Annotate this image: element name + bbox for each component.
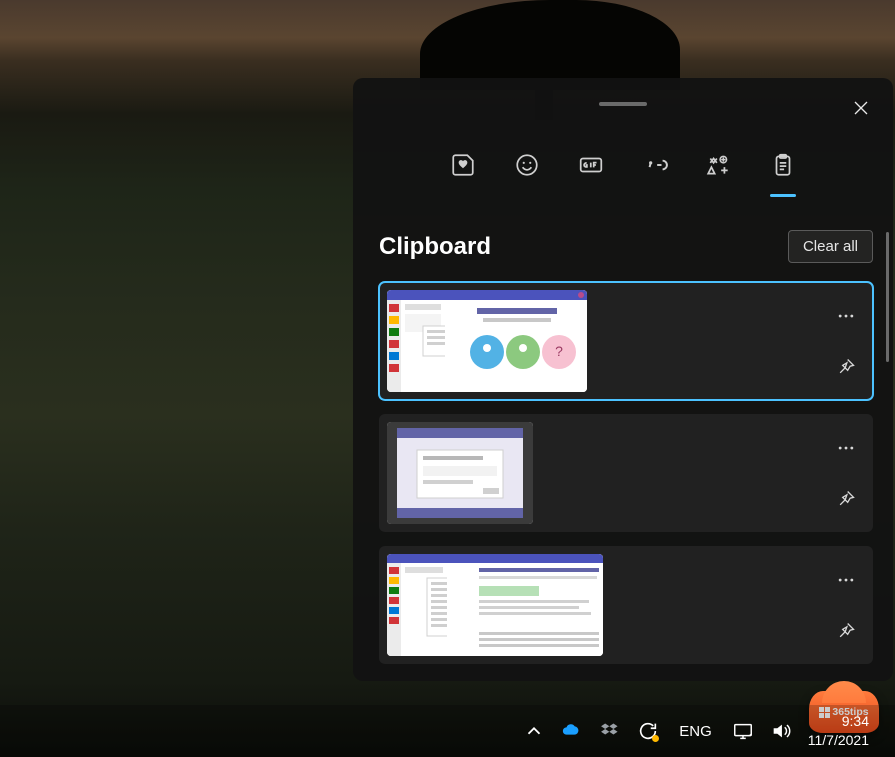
sync-status-dot (652, 735, 659, 742)
panel-title: Clipboard (379, 233, 491, 261)
symbols-icon (706, 152, 732, 178)
pin-button[interactable] (829, 350, 863, 384)
gif-icon (578, 152, 604, 178)
pin-button[interactable] (829, 614, 863, 648)
sticker-heart-icon (450, 152, 476, 178)
pin-icon (836, 357, 856, 377)
clipboard-icon (770, 152, 796, 178)
item-actions (829, 546, 863, 664)
panel-scrollbar[interactable] (886, 232, 889, 362)
clipboard-thumbnail (387, 554, 603, 656)
clipboard-item[interactable] (379, 414, 873, 532)
clock-date: 11/7/2021 (808, 731, 869, 750)
pin-button[interactable] (829, 482, 863, 516)
ellipsis-icon (836, 306, 856, 326)
item-menu-button[interactable] (829, 563, 863, 597)
svg-text:?: ? (555, 343, 563, 359)
tab-favorites[interactable] (449, 152, 477, 194)
clipboard-thumbnail: ? (387, 290, 587, 392)
item-actions (829, 414, 863, 532)
ellipsis-icon (836, 438, 856, 458)
tray-sync[interactable] (637, 720, 659, 742)
close-button[interactable] (845, 92, 877, 124)
item-actions (829, 282, 863, 400)
close-icon (853, 100, 869, 116)
tab-symbols[interactable] (705, 152, 733, 194)
section-header: Clipboard Clear all (379, 230, 873, 263)
emoji-clipboard-panel: Clipboard Clear all (353, 78, 893, 681)
item-menu-button[interactable] (829, 431, 863, 465)
tray-onedrive[interactable] (561, 720, 583, 742)
tray-chevron-up[interactable] (523, 720, 545, 742)
dropbox-icon (599, 720, 621, 742)
speaker-icon (770, 720, 792, 742)
kaomoji-icon (642, 152, 668, 178)
tab-emoji[interactable] (513, 152, 541, 194)
monitor-icon (732, 720, 754, 742)
pin-icon (836, 621, 856, 641)
tray-dropbox[interactable] (599, 720, 621, 742)
ellipsis-icon (836, 570, 856, 590)
clipboard-item[interactable]: ? (379, 282, 873, 400)
clipboard-items: ? (379, 282, 873, 671)
tab-kaomoji[interactable] (641, 152, 669, 194)
clear-all-button[interactable]: Clear all (788, 230, 873, 263)
pin-icon (836, 489, 856, 509)
clipboard-item[interactable] (379, 546, 873, 664)
tab-clipboard[interactable] (769, 152, 797, 194)
tray-monitor[interactable] (732, 720, 754, 742)
onedrive-icon (561, 720, 583, 742)
taskbar-clock[interactable]: 9:34 11/7/2021 (808, 712, 869, 750)
clipboard-thumbnail (387, 422, 533, 524)
emoji-icon (514, 152, 540, 178)
tray-volume[interactable] (770, 720, 792, 742)
panel-tabs (353, 152, 893, 194)
drag-handle[interactable] (599, 102, 647, 106)
tab-gif[interactable] (577, 152, 605, 194)
item-menu-button[interactable] (829, 299, 863, 333)
chevron-up-icon (523, 720, 545, 742)
clock-time: 9:34 (842, 712, 869, 731)
language-indicator[interactable]: ENG (675, 723, 716, 740)
taskbar: ENG 9:34 11/7/2021 (0, 705, 895, 757)
